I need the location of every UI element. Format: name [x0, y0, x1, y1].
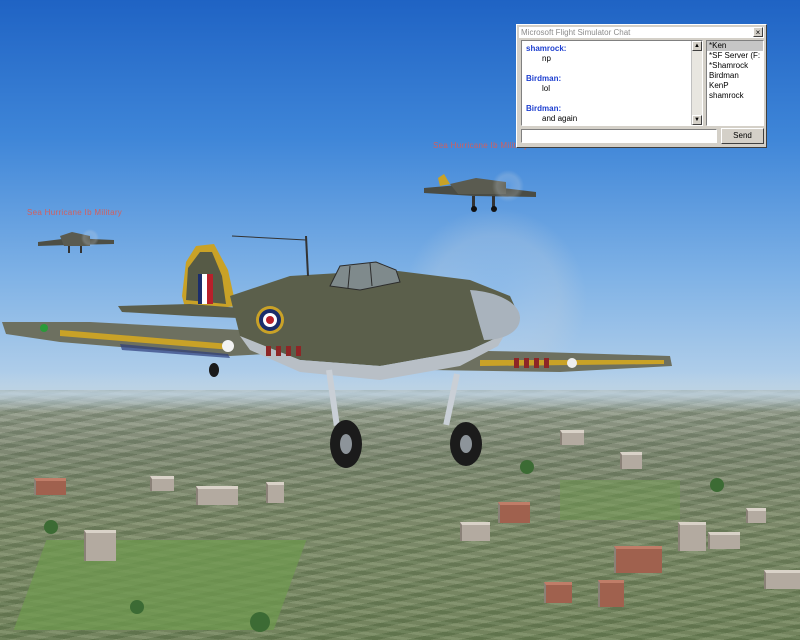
message-area[interactable]: shamrock: np Birdman: lol Birdman: and a…	[521, 40, 703, 126]
user-list-item[interactable]: *SF Server (F:	[707, 51, 763, 61]
distant-aircraft-right	[424, 170, 536, 212]
send-button[interactable]: Send	[721, 128, 764, 144]
message-text: and again	[542, 114, 578, 123]
message-text: np	[542, 54, 551, 63]
user-list-item[interactable]: *Shamrock	[707, 61, 763, 71]
user-list-item[interactable]: *Ken	[707, 41, 763, 51]
distant-aircraft-left	[38, 229, 114, 253]
message-sender: Birdman:	[526, 74, 562, 83]
close-icon: ×	[755, 28, 761, 37]
message-item: Birdman: and again	[526, 104, 691, 125]
scroll-down-button[interactable]: ▼	[692, 115, 702, 125]
user-list-item[interactable]: KenP	[707, 81, 763, 91]
aircraft-label-right: Sea Hurricane Ib Military	[433, 141, 529, 150]
user-list[interactable]: *Ken *SF Server (F: *Shamrock Birdman Ke…	[706, 40, 764, 126]
arrow-down-icon: ▼	[694, 117, 700, 123]
main-aircraft-hurricane	[2, 208, 672, 468]
chat-window[interactable]: Microsoft Flight Simulator Chat × shamro…	[516, 24, 767, 148]
chat-title-bar[interactable]: Microsoft Flight Simulator Chat	[519, 27, 764, 38]
close-button[interactable]: ×	[753, 27, 763, 37]
message-text: lol	[542, 84, 551, 93]
user-list-item[interactable]: Birdman	[707, 71, 763, 81]
arrow-up-icon: ▲	[694, 43, 700, 49]
user-list-item[interactable]: shamrock	[707, 91, 763, 101]
message-scrollbar[interactable]: ▲ ▼	[691, 41, 702, 125]
scroll-up-button[interactable]: ▲	[692, 41, 702, 51]
aircraft-label-left: Sea Hurricane Ib Military	[27, 208, 123, 217]
message-item: shamrock: np	[526, 44, 691, 74]
message-item: Birdman: lol	[526, 74, 691, 104]
chat-title: Microsoft Flight Simulator Chat	[521, 28, 631, 37]
message-sender: Birdman:	[526, 104, 562, 113]
message-sender: shamrock:	[526, 44, 567, 53]
chat-message-input[interactable]	[521, 129, 717, 143]
message-list: shamrock: np Birdman: lol Birdman: and a…	[526, 44, 691, 125]
